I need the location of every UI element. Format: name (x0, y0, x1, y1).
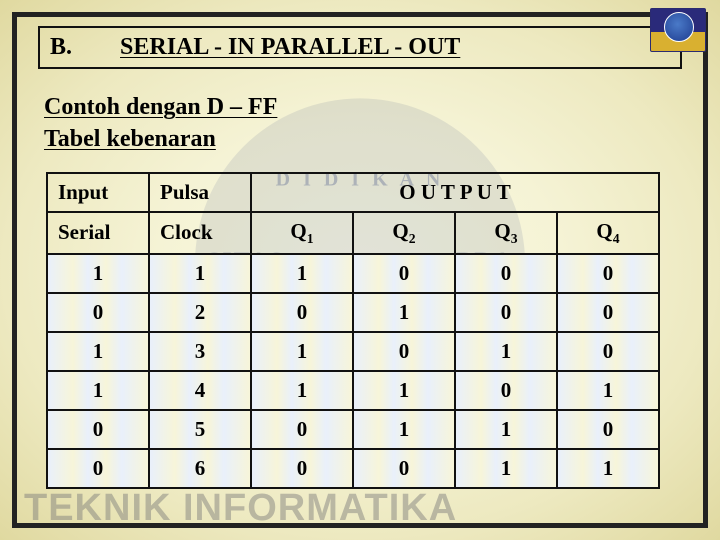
cell-q1: 1 (251, 371, 353, 410)
cell-clock: 1 (149, 254, 251, 293)
cell-q4: 0 (557, 410, 659, 449)
cell-q4: 1 (557, 449, 659, 488)
cell-q4: 0 (557, 332, 659, 371)
cell-q2: 0 (353, 254, 455, 293)
cell-q3: 0 (455, 254, 557, 293)
section-header-box: B. SERIAL - IN PARALLEL - OUT (38, 26, 682, 69)
th-pulsa: Pulsa (149, 173, 251, 212)
cell-q4: 1 (557, 371, 659, 410)
th-serial: Serial (47, 212, 149, 254)
table-row: 050110 (47, 410, 659, 449)
cell-serial: 1 (47, 254, 149, 293)
cell-q2: 0 (353, 449, 455, 488)
cell-q2: 1 (353, 410, 455, 449)
cell-serial: 1 (47, 371, 149, 410)
th-output: O U T P U T (251, 173, 659, 212)
th-q4: Q4 (557, 212, 659, 254)
cell-q1: 0 (251, 293, 353, 332)
cell-q2: 0 (353, 332, 455, 371)
table-row: 111000 (47, 254, 659, 293)
cell-q2: 1 (353, 371, 455, 410)
cell-serial: 0 (47, 410, 149, 449)
cell-clock: 2 (149, 293, 251, 332)
cell-q3: 1 (455, 449, 557, 488)
cell-q3: 0 (455, 293, 557, 332)
truth-table: Input Pulsa O U T P U T Serial Clock Q1 … (46, 172, 660, 489)
cell-clock: 5 (149, 410, 251, 449)
cell-q3: 1 (455, 332, 557, 371)
th-q3: Q3 (455, 212, 557, 254)
slide-border: B. SERIAL - IN PARALLEL - OUT Contoh den… (12, 12, 708, 528)
cell-serial: 0 (47, 293, 149, 332)
cell-q1: 1 (251, 254, 353, 293)
cell-serial: 1 (47, 332, 149, 371)
th-clock: Clock (149, 212, 251, 254)
cell-serial: 0 (47, 449, 149, 488)
th-q2: Q2 (353, 212, 455, 254)
section-label: B. (50, 34, 72, 61)
cell-q1: 0 (251, 449, 353, 488)
header-row-2: Serial Clock Q1 Q2 Q3 Q4 (47, 212, 659, 254)
cell-q4: 0 (557, 293, 659, 332)
section-title: SERIAL - IN PARALLEL - OUT (120, 34, 460, 61)
cell-q2: 1 (353, 293, 455, 332)
subtitle-line-2: Tabel kebenaran (44, 123, 682, 155)
cell-clock: 6 (149, 449, 251, 488)
cell-q1: 0 (251, 410, 353, 449)
header-row-1: Input Pulsa O U T P U T (47, 173, 659, 212)
cell-q3: 1 (455, 410, 557, 449)
cell-q3: 0 (455, 371, 557, 410)
cell-q4: 0 (557, 254, 659, 293)
cell-q1: 1 (251, 332, 353, 371)
table-row: 060011 (47, 449, 659, 488)
table-row: 141101 (47, 371, 659, 410)
content-area: B. SERIAL - IN PARALLEL - OUT Contoh den… (20, 20, 700, 499)
cell-clock: 3 (149, 332, 251, 371)
university-logo (650, 8, 706, 52)
th-q1: Q1 (251, 212, 353, 254)
table-row: 131010 (47, 332, 659, 371)
table-row: 020100 (47, 293, 659, 332)
th-input: Input (47, 173, 149, 212)
cell-clock: 4 (149, 371, 251, 410)
subtitle-line-1: Contoh dengan D – FF (44, 91, 682, 123)
